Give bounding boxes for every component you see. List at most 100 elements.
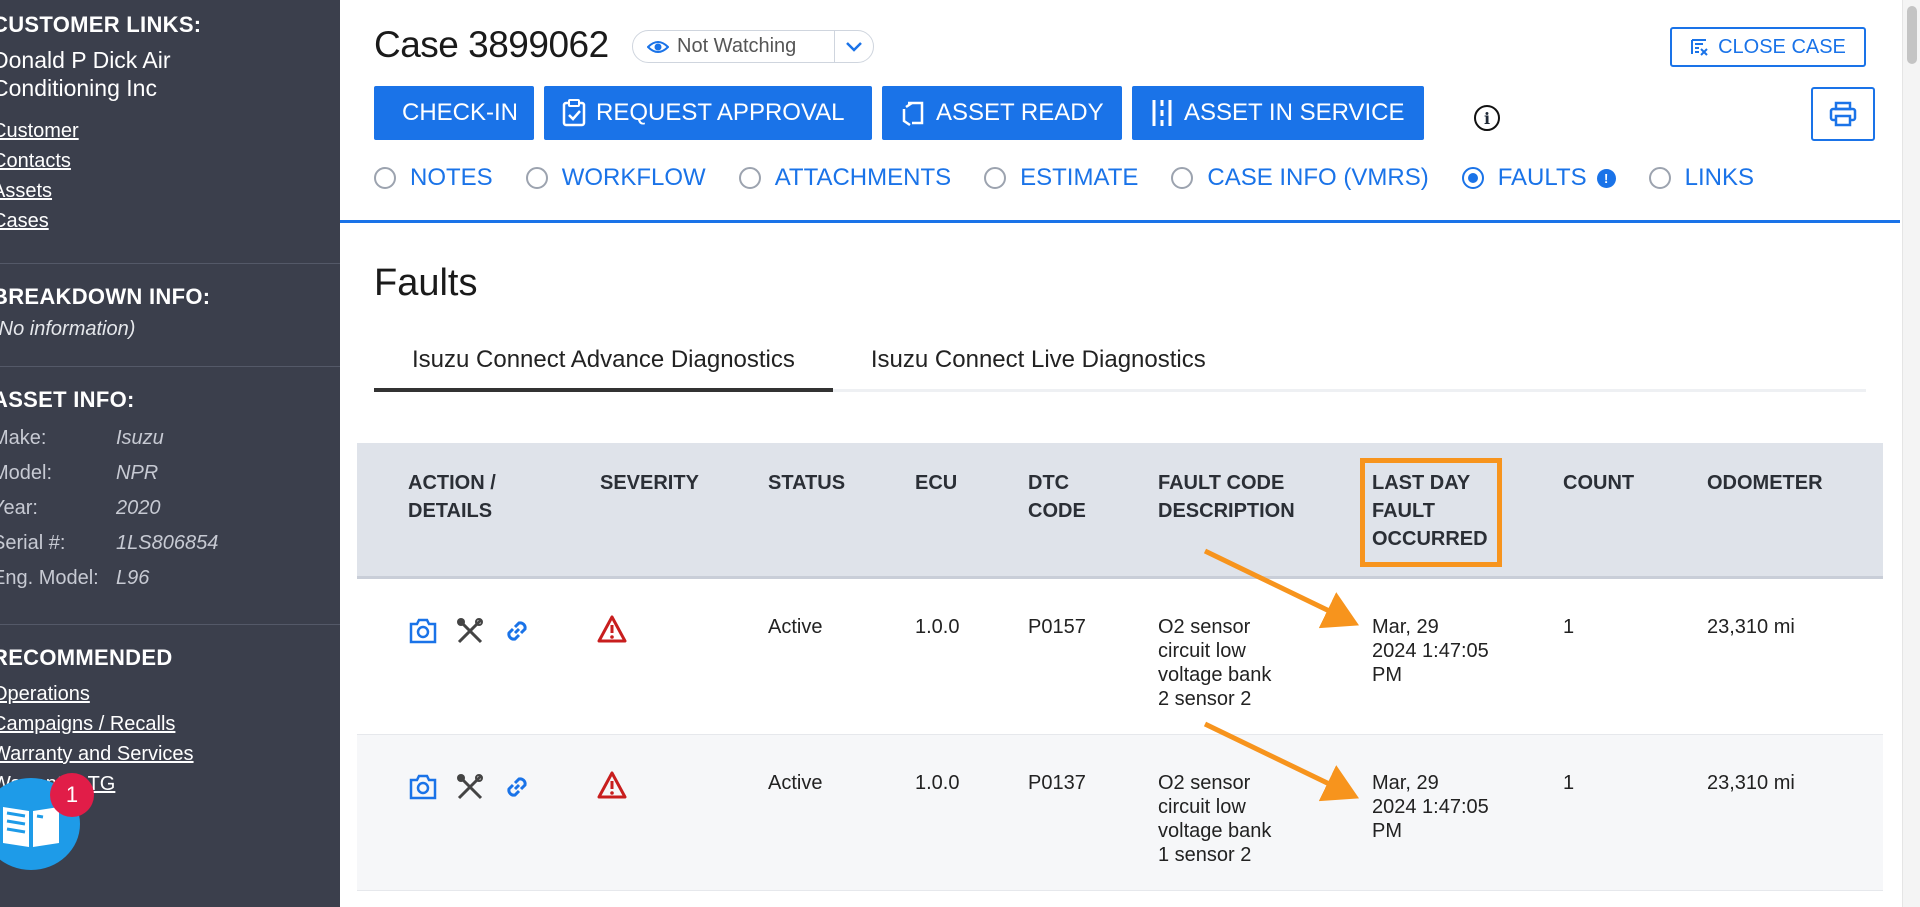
recommended-link-warranty-services[interactable]: Warranty and Services bbox=[0, 739, 340, 769]
tab-notes[interactable]: NOTES bbox=[374, 164, 493, 192]
radio-icon bbox=[525, 167, 548, 189]
count-cell: 1 bbox=[1563, 616, 1575, 638]
count-cell: 1 bbox=[1563, 772, 1575, 794]
sidebar-link-contacts[interactable]: Contacts bbox=[0, 146, 340, 176]
column-ecu: ECU bbox=[915, 472, 958, 494]
radio-icon bbox=[984, 167, 1007, 189]
column-dtc-code: DTC CODE bbox=[1028, 472, 1086, 522]
breakdown-info-title: BREAKDOWN INFO: bbox=[0, 284, 211, 309]
customer-links-section: CUSTOMER LINKS: Donald P Dick Air Condit… bbox=[0, 0, 340, 264]
tab-estimate[interactable]: ESTIMATE bbox=[984, 164, 1138, 192]
column-odometer: ODOMETER bbox=[1707, 472, 1823, 494]
scrollbar[interactable] bbox=[1902, 0, 1920, 907]
asset-ready-button[interactable]: ASSET READY bbox=[882, 86, 1122, 140]
asset-in-service-label: ASSET IN SERVICE bbox=[1184, 99, 1405, 126]
close-case-button[interactable]: CLOSE CASE bbox=[1670, 27, 1866, 67]
tools-icon[interactable] bbox=[454, 615, 485, 646]
diagnostics-subtabs: Isuzu Connect Advance Diagnostics Isuzu … bbox=[374, 336, 1866, 392]
asset-in-service-icon bbox=[1152, 100, 1172, 126]
close-case-label: CLOSE CASE bbox=[1718, 35, 1846, 58]
table-row: Active 1.0.0 P0137 O2 sensor circuit low v… bbox=[357, 735, 1883, 891]
radio-selected-icon bbox=[1461, 167, 1484, 189]
action-bar: CHECK-IN REQUEST APPROVAL ASSET READY AS… bbox=[374, 86, 1424, 140]
sidebar-link-customer[interactable]: Customer bbox=[0, 116, 340, 146]
tab-workflow[interactable]: WORKFLOW bbox=[525, 164, 706, 192]
asset-ready-icon bbox=[902, 101, 924, 127]
check-in-label: CHECK-IN bbox=[402, 99, 519, 126]
odometer-cell: 23,310 mi bbox=[1707, 772, 1795, 794]
status-cell: Active bbox=[768, 772, 823, 794]
asset-info-section: ASSET INFO: Make:Isuzu Model:NPR Year:20… bbox=[0, 367, 340, 625]
watch-label: Not Watching bbox=[677, 35, 797, 57]
column-count: COUNT bbox=[1563, 472, 1635, 494]
case-tabs: NOTES WORKFLOW ATTACHMENTS ESTIMATE CASE… bbox=[374, 164, 1787, 192]
clipboard-check-icon bbox=[562, 99, 586, 127]
asset-ready-label: ASSET READY bbox=[936, 99, 1104, 126]
printer-icon bbox=[1829, 101, 1857, 127]
last-day-cell: Mar, 29 2024 1:47:05 PM bbox=[1372, 772, 1489, 842]
link-icon[interactable] bbox=[501, 615, 532, 646]
sidebar-link-assets[interactable]: Assets bbox=[0, 176, 340, 206]
column-status: STATUS bbox=[768, 472, 846, 494]
asset-engine-model: Eng. Model: L96 bbox=[0, 567, 150, 589]
severity-warning-icon bbox=[597, 771, 627, 805]
recommended-title: RECOMMENDED bbox=[0, 645, 173, 670]
recommended-link-campaigns[interactable]: Campaigns / Recalls bbox=[0, 709, 340, 739]
help-notification-badge: 1 bbox=[50, 773, 94, 817]
subtab-live-diagnostics[interactable]: Isuzu Connect Live Diagnostics bbox=[833, 336, 1244, 392]
status-cell: Active bbox=[768, 616, 823, 638]
tab-attachments[interactable]: ATTACHMENTS bbox=[738, 164, 951, 192]
sidebar: CUSTOMER LINKS: Donald P Dick Air Condit… bbox=[0, 0, 340, 907]
asset-info-title: ASSET INFO: bbox=[0, 387, 135, 412]
tools-icon[interactable] bbox=[454, 771, 485, 802]
camera-icon[interactable] bbox=[407, 771, 438, 802]
request-approval-button[interactable]: REQUEST APPROVAL bbox=[544, 86, 872, 140]
link-icon[interactable] bbox=[501, 771, 532, 802]
asset-make: Make: Isuzu bbox=[0, 427, 164, 449]
column-fault-description: FAULT CODE DESCRIPTION bbox=[1158, 472, 1295, 522]
breakdown-info-section: BREAKDOWN INFO: (No information) bbox=[0, 264, 340, 367]
radio-icon bbox=[738, 167, 761, 189]
watch-toggle[interactable]: Not Watching bbox=[632, 30, 874, 63]
section-title: Faults bbox=[374, 262, 478, 304]
asset-in-service-button[interactable]: ASSET IN SERVICE bbox=[1132, 86, 1424, 140]
eye-icon bbox=[647, 39, 669, 55]
alert-badge-icon: ! bbox=[1596, 168, 1616, 188]
info-icon[interactable]: i bbox=[1474, 105, 1500, 131]
tabs-divider bbox=[340, 220, 1900, 223]
ecu-cell: 1.0.0 bbox=[915, 616, 960, 638]
scrollbar-thumb[interactable] bbox=[1907, 6, 1917, 64]
asset-serial: Serial #:1LS806854 bbox=[0, 532, 219, 554]
company-name: Donald P Dick Air Conditioning Inc bbox=[0, 47, 171, 101]
camera-icon[interactable] bbox=[407, 615, 438, 646]
subtab-advance-diagnostics[interactable]: Isuzu Connect Advance Diagnostics bbox=[374, 336, 833, 392]
column-action-details: ACTION / DETAILS bbox=[408, 472, 496, 522]
sidebar-link-cases[interactable]: Cases bbox=[0, 206, 340, 236]
column-severity: SEVERITY bbox=[600, 472, 699, 494]
asset-year: Year:2020 bbox=[0, 497, 161, 519]
highlight-box bbox=[1360, 458, 1502, 567]
tab-case-info[interactable]: CASE INFO (VMRS) bbox=[1171, 164, 1429, 192]
breakdown-info-value: (No information) bbox=[0, 318, 136, 340]
chevron-down-icon[interactable] bbox=[835, 41, 873, 52]
dtc-code-cell: P0137 bbox=[1028, 772, 1086, 794]
request-approval-label: REQUEST APPROVAL bbox=[596, 99, 845, 126]
print-button[interactable] bbox=[1811, 87, 1875, 141]
recommended-link-operations[interactable]: Operations bbox=[0, 679, 340, 709]
page-title: Case 3899062 bbox=[374, 24, 609, 65]
tab-links[interactable]: LINKS bbox=[1648, 164, 1754, 192]
description-cell: O2 sensor circuit low voltage bank 2 sensor… bbox=[1158, 616, 1272, 710]
radio-icon bbox=[1648, 167, 1671, 189]
row-actions bbox=[407, 615, 532, 646]
odometer-cell: 23,310 mi bbox=[1707, 616, 1795, 638]
asset-model: Model: NPR bbox=[0, 462, 159, 484]
severity-warning-icon bbox=[597, 615, 627, 649]
tab-faults[interactable]: FAULTS! bbox=[1461, 164, 1616, 192]
last-day-cell: Mar, 29 2024 1:47:05 PM bbox=[1372, 616, 1489, 686]
customer-links-title: CUSTOMER LINKS: bbox=[0, 12, 202, 37]
dtc-code-cell: P0157 bbox=[1028, 616, 1086, 638]
close-case-icon bbox=[1691, 39, 1708, 56]
check-in-button[interactable]: CHECK-IN bbox=[374, 86, 534, 140]
ecu-cell: 1.0.0 bbox=[915, 772, 960, 794]
row-actions bbox=[407, 771, 532, 802]
